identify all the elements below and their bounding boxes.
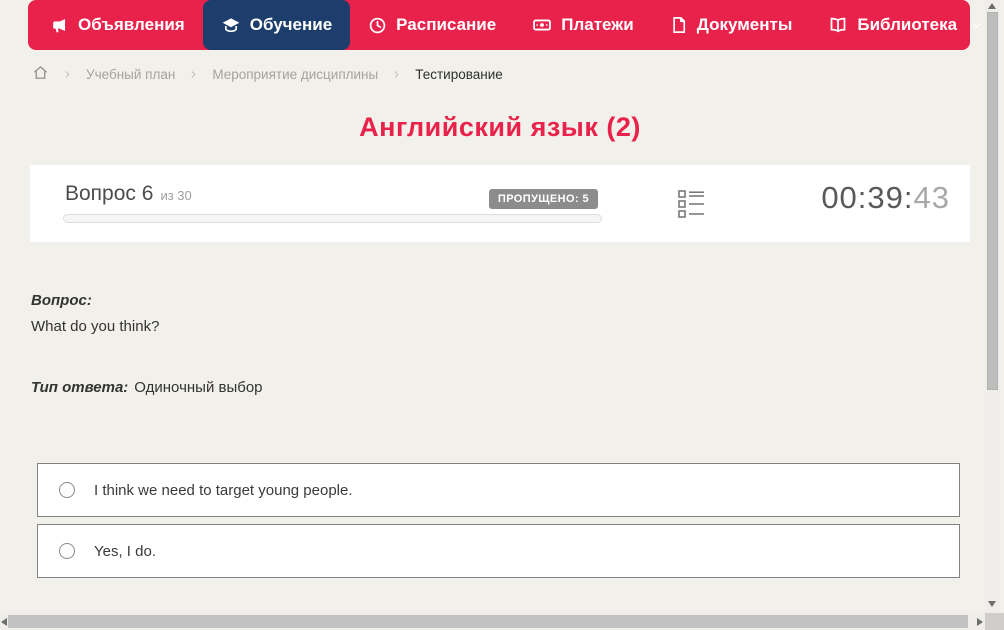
book-icon xyxy=(828,15,848,35)
nav-item-library[interactable]: Библиотека xyxy=(810,0,1001,50)
page-title: Английский язык (2) xyxy=(359,112,641,142)
test-page: Объявления Обучение Расписание Платежи Д… xyxy=(0,0,1004,630)
nav-item-label: Объявления xyxy=(78,15,185,34)
question-progress-bar xyxy=(63,214,602,223)
scroll-up-arrow[interactable] xyxy=(988,3,996,9)
vertical-scrollbar-thumb[interactable] xyxy=(987,12,998,390)
timer-hhmm: 00:39: xyxy=(821,180,914,215)
nav-item-learning[interactable]: Обучение xyxy=(202,0,351,50)
graduation-cap-icon xyxy=(221,15,241,35)
scroll-down-arrow[interactable] xyxy=(988,601,996,607)
question-heading: Вопрос: xyxy=(31,292,92,309)
answer-option-1[interactable]: I think we need to target young people. xyxy=(37,463,960,517)
timer: 00:39:43 xyxy=(821,180,950,216)
question-total: из 30 xyxy=(160,188,192,203)
nav-item-documents[interactable]: Документы xyxy=(652,0,811,50)
nav-item-label: Расписание xyxy=(396,15,497,34)
skipped-badge: ПРОПУЩЕНО: 5 xyxy=(488,189,598,209)
breadcrumb-discipline-event[interactable]: Мероприятие дисциплины xyxy=(212,67,378,82)
answer-type-label: Тип ответа: xyxy=(31,379,129,396)
answer-type-value: Одиночный выбор xyxy=(134,379,263,396)
answer-type: Тип ответа: Одиночный выбор xyxy=(31,379,263,396)
answer-option-label: I think we need to target young people. xyxy=(94,481,353,499)
main-navbar: Объявления Обучение Расписание Платежи Д… xyxy=(28,0,981,50)
nav-item-schedule[interactable]: Расписание xyxy=(350,0,514,50)
question-list-icon[interactable] xyxy=(678,189,705,224)
nav-item-payments[interactable]: Платежи xyxy=(514,0,652,50)
scroll-right-arrow[interactable] xyxy=(977,618,983,626)
question-text: What do you think? xyxy=(31,318,160,335)
megaphone-icon xyxy=(50,16,69,35)
breadcrumb: Учебный план Мероприятие дисциплины Тест… xyxy=(32,64,503,84)
answer-option-2[interactable]: Yes, I do. xyxy=(37,524,960,578)
clock-icon xyxy=(368,16,387,35)
chevron-right-icon xyxy=(62,69,73,80)
nav-item-label: Библиотека xyxy=(857,15,958,34)
timer-seconds: 43 xyxy=(913,180,950,215)
nav-item-label: Обучение xyxy=(249,15,333,34)
scroll-left-arrow[interactable] xyxy=(1,618,7,626)
nav-item-announcements[interactable]: Объявления xyxy=(32,0,203,50)
breadcrumb-curriculum[interactable]: Учебный план xyxy=(86,67,175,82)
radio-button[interactable] xyxy=(59,482,75,498)
nav-item-label: Документы xyxy=(696,15,793,34)
chevron-right-icon xyxy=(391,69,402,80)
home-icon[interactable] xyxy=(32,64,49,84)
radio-button[interactable] xyxy=(59,543,75,559)
nav-item-label: Платежи xyxy=(561,15,634,34)
document-icon xyxy=(670,16,688,34)
answer-option-label: Yes, I do. xyxy=(94,542,156,560)
chevron-right-icon xyxy=(188,69,199,80)
cash-icon xyxy=(532,15,552,35)
question-number: Вопрос 6 xyxy=(65,182,154,205)
breadcrumb-testing: Тестирование xyxy=(415,66,503,82)
horizontal-scrollbar-thumb[interactable] xyxy=(8,615,968,628)
scrollbar-corner xyxy=(985,613,1004,630)
quiz-header-panel: Вопрос 6 из 30 ПРОПУЩЕНО: 5 00:39:43 xyxy=(30,165,970,242)
chevron-down-icon xyxy=(970,19,983,32)
